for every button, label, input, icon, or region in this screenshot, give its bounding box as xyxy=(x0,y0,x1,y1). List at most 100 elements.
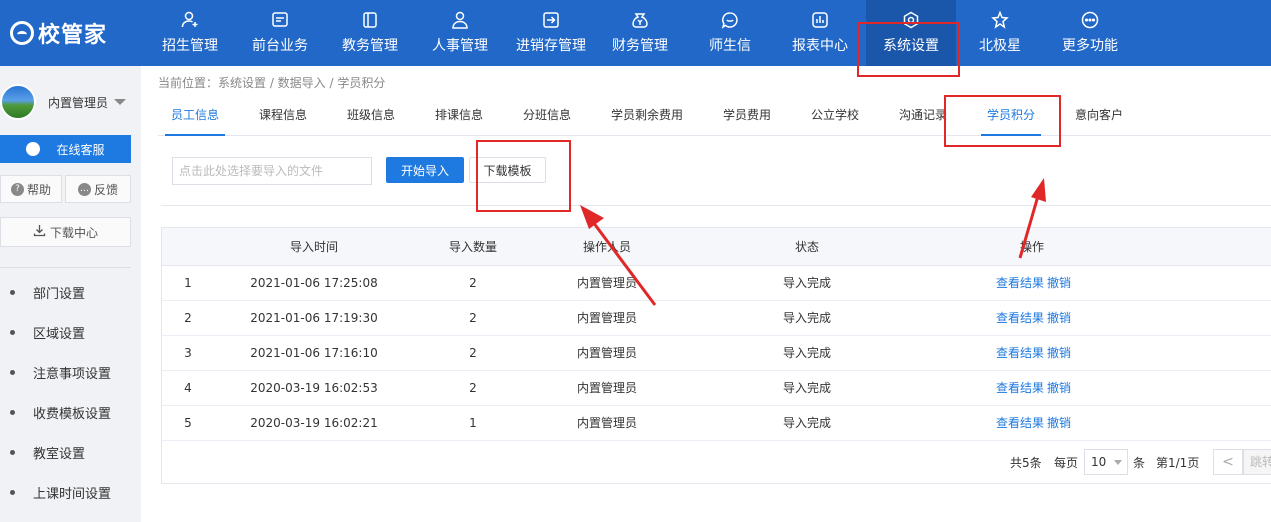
row-index: 4 xyxy=(184,381,192,395)
view-result-link[interactable]: 查看结果 xyxy=(994,301,1046,336)
view-result-link[interactable]: 查看结果 xyxy=(994,336,1046,371)
nav-item-front-desk[interactable]: 前台业务 xyxy=(240,0,320,66)
import-time: 2020-03-19 16:02:53 xyxy=(250,381,378,395)
chat-bubble-icon xyxy=(26,142,41,156)
column-header-actions: 操作 xyxy=(1019,240,1044,254)
nav-item-reports[interactable]: 报表中心 xyxy=(780,0,860,66)
question-icon: ? xyxy=(10,182,24,196)
menu-item-region[interactable]: 区域设置 xyxy=(0,312,141,352)
prev-page-button[interactable]: < xyxy=(1213,449,1243,475)
nav-item-polaris[interactable]: 北极星 xyxy=(960,0,1040,66)
operator: 内置管理员 xyxy=(576,276,637,290)
nav-item-academic[interactable]: 教务管理 xyxy=(330,0,410,66)
tab-student-points[interactable]: 学员积分 xyxy=(980,94,1042,136)
section-divider xyxy=(161,205,1271,206)
download-center-button[interactable]: 下载中心 xyxy=(0,217,131,247)
menu-label: 区域设置 xyxy=(33,326,86,342)
status: 导入完成 xyxy=(782,311,831,325)
nav-item-more[interactable]: 更多功能 xyxy=(1050,0,1130,66)
logo-text: 校管家 xyxy=(38,23,108,48)
nav-item-hr[interactable]: 人事管理 xyxy=(420,0,500,66)
jump-button[interactable]: 跳转 xyxy=(1243,449,1271,475)
undo-link[interactable]: 撤销 xyxy=(1046,406,1072,441)
page-size-select[interactable]: 10 xyxy=(1084,449,1128,475)
menu-item-department[interactable]: 部门设置 xyxy=(0,272,141,312)
import-time: 2021-01-06 17:19:30 xyxy=(250,311,378,325)
undo-link[interactable]: 撤销 xyxy=(1046,266,1072,301)
help-button[interactable]: ? 帮助 xyxy=(0,175,62,203)
tab-communication[interactable]: 沟通记录 xyxy=(899,94,947,136)
more-icon xyxy=(1081,11,1099,29)
view-result-label: 查看结果 xyxy=(995,346,1044,360)
operator: 内置管理员 xyxy=(576,311,637,325)
pager-page-info: 第1/1页 xyxy=(1156,455,1200,470)
nav-item-enrollment[interactable]: 招生管理 xyxy=(150,0,230,66)
import-count: 2 xyxy=(469,346,477,360)
import-count: 2 xyxy=(469,381,477,395)
star-icon xyxy=(991,11,1009,29)
download-icon xyxy=(33,224,46,240)
file-select-input[interactable]: 点击此处选择要导入的文件 xyxy=(172,157,372,185)
breadcrumb: 当前位置：系统设置 / 数据导入 / 学员积分 xyxy=(158,76,386,90)
tab-course-info[interactable]: 课程信息 xyxy=(259,94,307,136)
feedback-button[interactable]: … 反馈 xyxy=(65,175,131,203)
nav-item-messages[interactable]: 师生信 xyxy=(690,0,770,66)
user-menu[interactable]: 内置管理员 xyxy=(0,82,141,122)
table-header: 导入时间 导入数量 操作人员 状态 操作 xyxy=(162,228,1271,266)
download-center-label: 下载中心 xyxy=(49,225,98,240)
tab-remaining-fees[interactable]: 学员剩余费用 xyxy=(611,94,683,136)
tab-student-fees[interactable]: 学员费用 xyxy=(723,94,771,136)
tab-public-school[interactable]: 公立学校 xyxy=(811,94,859,136)
bullet-icon xyxy=(10,289,15,295)
menu-item-class-time[interactable]: 上课时间设置 xyxy=(0,472,141,512)
import-history-table: 导入时间 导入数量 操作人员 状态 操作 1 2021-01-06 17:25:… xyxy=(161,227,1271,484)
column-header-time: 导入时间 xyxy=(289,240,338,254)
menu-item-notes[interactable]: 注意事项设置 xyxy=(0,352,141,392)
operator: 内置管理员 xyxy=(576,416,637,430)
operator: 内置管理员 xyxy=(576,346,637,360)
sidebar-divider xyxy=(0,267,131,268)
online-service-button[interactable]: 在线客服 xyxy=(0,135,131,163)
avatar xyxy=(0,84,36,120)
menu-item-fee-template[interactable]: 收费模板设置 xyxy=(0,392,141,432)
table-row: 4 2020-03-19 16:02:53 2 内置管理员 导入完成 查看结果 … xyxy=(162,371,1271,406)
menu-label: 上课时间设置 xyxy=(33,486,112,502)
undo-link[interactable]: 撤销 xyxy=(1046,301,1072,336)
tab-schedule-info[interactable]: 排课信息 xyxy=(435,94,483,136)
menu-label: 注意事项设置 xyxy=(33,366,112,382)
box-arrow-icon xyxy=(542,11,560,29)
view-result-label: 查看结果 xyxy=(995,381,1044,395)
status: 导入完成 xyxy=(782,381,831,395)
tab-prospects[interactable]: 意向客户 xyxy=(1075,94,1123,136)
nav-label: 北极星 xyxy=(979,38,1021,54)
bullet-icon xyxy=(10,369,15,375)
start-import-button[interactable]: 开始导入 xyxy=(386,157,464,183)
person-add-icon xyxy=(181,11,199,29)
undo-link[interactable]: 撤销 xyxy=(1046,336,1072,371)
table-row: 3 2021-01-06 17:16:10 2 内置管理员 导入完成 查看结果 … xyxy=(162,336,1271,371)
menu-item-classroom[interactable]: 教室设置 xyxy=(0,432,141,472)
undo-link[interactable]: 撤销 xyxy=(1046,371,1072,406)
view-result-link[interactable]: 查看结果 xyxy=(994,406,1046,441)
nav-label: 师生信 xyxy=(709,38,751,54)
tab-class-assignment[interactable]: 分班信息 xyxy=(523,94,571,136)
table-row: 2 2021-01-06 17:19:30 2 内置管理员 导入完成 查看结果 … xyxy=(162,301,1271,336)
menu-label: 教室设置 xyxy=(33,446,86,462)
nav-item-inventory[interactable]: 进销存管理 xyxy=(508,0,594,66)
money-bag-icon xyxy=(631,11,649,29)
nav-item-finance[interactable]: 财务管理 xyxy=(600,0,680,66)
nav-label: 财务管理 xyxy=(612,38,668,54)
nav-item-system-settings[interactable]: 系统设置 xyxy=(866,0,956,66)
download-template-button[interactable]: 下载模板 xyxy=(469,157,546,183)
person-icon xyxy=(451,11,469,29)
monitor-icon xyxy=(271,11,289,29)
nav-label: 招生管理 xyxy=(162,38,218,54)
undo-label: 撤销 xyxy=(1046,416,1071,430)
nav-label: 教务管理 xyxy=(342,38,398,54)
tab-class-info[interactable]: 班级信息 xyxy=(347,94,395,136)
tab-staff-info[interactable]: 员工信息 xyxy=(164,94,226,136)
view-result-link[interactable]: 查看结果 xyxy=(994,266,1046,301)
view-result-link[interactable]: 查看结果 xyxy=(994,371,1046,406)
page-size-value: 10 xyxy=(1091,455,1107,469)
app-logo[interactable]: 校管家 xyxy=(0,0,140,66)
